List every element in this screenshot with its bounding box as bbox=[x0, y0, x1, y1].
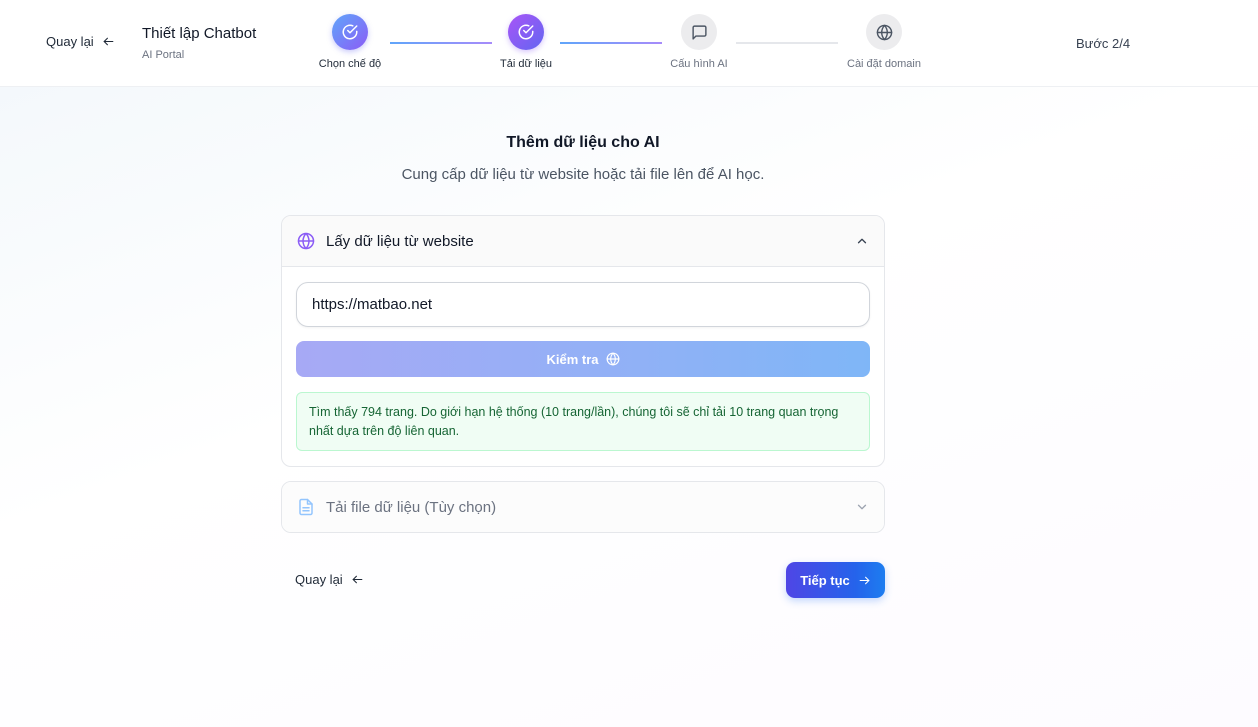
step-counter: Bước 2/4 bbox=[1076, 36, 1131, 51]
check-website-button[interactable]: Kiểm tra bbox=[296, 341, 870, 377]
app-title: Thiết lập Chatbot bbox=[142, 25, 257, 42]
footer-back-button[interactable]: Quay lại bbox=[295, 572, 364, 587]
header-back-button[interactable]: Quay lại bbox=[46, 34, 115, 49]
upload-section-header[interactable]: Tải file dữ liệu (Tùy chọn) bbox=[282, 482, 884, 532]
check-button-label: Kiểm tra bbox=[546, 351, 599, 367]
website-section-title: Lấy dữ liệu từ website bbox=[326, 232, 474, 250]
step-label: Cài đặt domain bbox=[847, 58, 921, 70]
file-upload-section: Tải file dữ liệu (Tùy chọn) bbox=[281, 481, 885, 533]
page-title: Thêm dữ liệu cho AI bbox=[506, 134, 660, 151]
website-url-input[interactable] bbox=[296, 282, 870, 327]
check-circle-icon bbox=[518, 24, 534, 40]
website-data-section: Lấy dữ liệu từ website Kiểm tra Tìm thấy… bbox=[281, 215, 885, 467]
crawl-result-notice: Tìm thấy 794 trang. Do giới hạn hệ thống… bbox=[296, 392, 870, 451]
check-circle-icon bbox=[342, 24, 358, 40]
upload-section-title: Tải file dữ liệu (Tùy chọn) bbox=[326, 498, 497, 516]
step-choose-mode[interactable]: Chọn chế độ bbox=[280, 14, 420, 70]
chevron-up-icon[interactable] bbox=[855, 234, 869, 248]
continue-button[interactable]: Tiếp tục bbox=[786, 562, 885, 598]
globe-icon bbox=[876, 24, 892, 40]
continue-label: Tiếp tục bbox=[800, 572, 850, 588]
top-header: Quay lại Thiết lập Chatbot AI Portal Chọ… bbox=[0, 0, 1258, 87]
file-text-icon bbox=[299, 498, 313, 516]
back-label: Quay lại bbox=[46, 34, 94, 49]
arrow-right-icon bbox=[859, 576, 870, 584]
globe-icon bbox=[297, 232, 315, 250]
step-label: Cấu hình AI bbox=[670, 58, 728, 70]
back-label: Quay lại bbox=[295, 572, 343, 587]
step-upload-data[interactable]: Tải dữ liệu bbox=[456, 14, 596, 70]
arrow-left-icon bbox=[103, 37, 114, 46]
arrow-left-icon bbox=[352, 575, 363, 584]
chevron-down-icon[interactable] bbox=[855, 500, 869, 514]
step-domain-setup[interactable]: Cài đặt domain bbox=[814, 14, 954, 70]
step-ai-config[interactable]: Cấu hình AI bbox=[629, 14, 769, 70]
app-subtitle: AI Portal bbox=[142, 49, 185, 61]
step-label: Tải dữ liệu bbox=[500, 58, 552, 70]
website-section-header[interactable]: Lấy dữ liệu từ website bbox=[282, 216, 884, 267]
message-square-icon bbox=[691, 24, 707, 40]
page-subtitle: Cung cấp dữ liệu từ website hoặc tải fil… bbox=[401, 166, 765, 183]
globe-icon bbox=[606, 352, 619, 366]
step-label: Chọn chế độ bbox=[318, 58, 382, 70]
